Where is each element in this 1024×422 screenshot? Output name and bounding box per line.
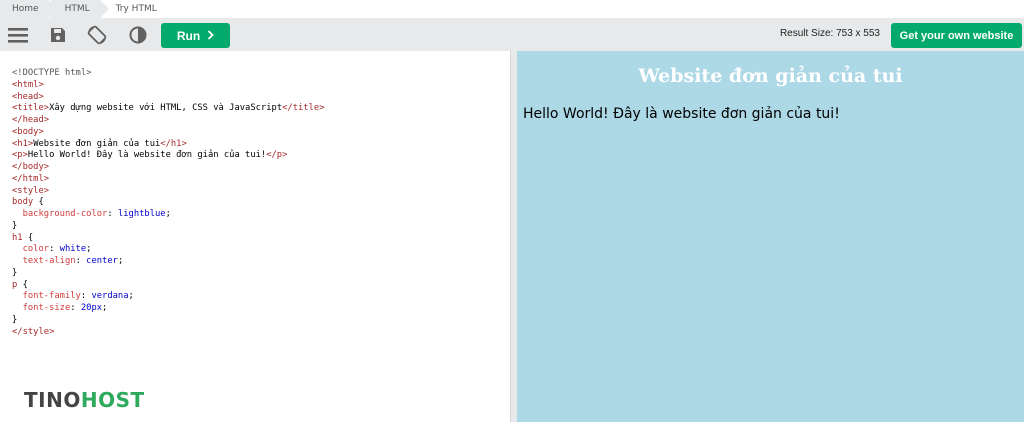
code-token: <title> xyxy=(12,103,50,114)
code-line[interactable]: </html> xyxy=(12,174,325,186)
logo-text-tino: TINO xyxy=(24,388,81,412)
code-line[interactable]: color: white; xyxy=(12,244,325,256)
code-line[interactable]: <p>Hello World! Đây là website đơn giản … xyxy=(12,150,325,162)
toolbar: Run Result Size: 753 x 553 Get your own … xyxy=(0,18,1024,51)
code-token: Website đơn giản của tui xyxy=(33,138,161,149)
tinohost-logo: TINO HOST xyxy=(24,388,145,412)
code-line[interactable]: font-size: 20px; xyxy=(12,303,325,315)
code-token: Hello World! Đây là website đơn giản của… xyxy=(27,150,267,161)
code-token: </body> xyxy=(12,162,50,172)
code-line[interactable]: <!DOCTYPE html> xyxy=(12,68,325,80)
code-token: : xyxy=(49,244,60,255)
result-heading: Website đơn giản của tui xyxy=(638,65,903,87)
code-line[interactable]: } xyxy=(12,315,325,327)
logo-text-host: HOST xyxy=(80,388,145,412)
code-token: Xây dựng website với HTML, CSS và JavaSc… xyxy=(49,103,283,114)
code-line[interactable]: <head> xyxy=(12,92,325,104)
code-token: </style> xyxy=(12,326,55,337)
code-token: <!DOCTYPE html> xyxy=(12,68,92,78)
breadcrumb-html[interactable]: HTML xyxy=(50,0,109,18)
code-token: </html> xyxy=(12,173,50,184)
code-token: { xyxy=(17,279,28,290)
code-token: background-color xyxy=(12,209,108,219)
code-token: <head> xyxy=(12,91,44,102)
code-token: } xyxy=(12,314,18,325)
menu-icon[interactable] xyxy=(7,18,29,51)
code-token: { xyxy=(22,232,34,243)
code-token: ; xyxy=(102,303,108,313)
breadcrumb-current: Try HTML xyxy=(115,4,157,14)
code-line[interactable]: text-align: center; xyxy=(12,256,325,268)
code-token: text-align xyxy=(12,256,76,266)
code-token: h1 xyxy=(12,232,23,243)
code-line[interactable]: background-color: lightblue; xyxy=(12,209,325,221)
code-line[interactable]: </style> xyxy=(12,327,325,339)
code-line[interactable]: </body> xyxy=(12,162,325,174)
code-token: ; xyxy=(86,244,92,255)
code-line[interactable]: <h1>Website đơn giản của tui</h1> xyxy=(12,139,325,151)
code-token: </h1> xyxy=(160,138,187,149)
code-token: 20px xyxy=(80,303,103,313)
result-frame: Website đơn giản của tui Hello World! Đâ… xyxy=(517,51,1024,422)
code-token: { xyxy=(33,197,44,208)
code-token: <body> xyxy=(12,126,44,137)
run-button[interactable]: Run xyxy=(161,23,230,48)
code-line[interactable]: <body> xyxy=(12,127,325,139)
code-token: <html> xyxy=(12,79,44,90)
code-token: color xyxy=(12,244,50,255)
chevron-right-icon xyxy=(207,29,214,43)
code-token: } xyxy=(12,220,18,231)
contrast-icon[interactable] xyxy=(128,18,148,51)
code-editor[interactable]: <!DOCTYPE html> <html> <head> <title>Xây dự… xyxy=(6,51,511,422)
code-line[interactable]: <style> xyxy=(12,186,325,198)
code-token: verdana xyxy=(91,291,129,302)
code-line[interactable]: <title>Xây dựng website với HTML, CSS và… xyxy=(12,103,325,115)
code-line[interactable]: } xyxy=(12,268,325,280)
code-token: ; xyxy=(165,209,171,219)
code-token: <p> xyxy=(12,150,28,161)
code-token: <h1> xyxy=(12,138,34,149)
breadcrumb: Home HTML Try HTML xyxy=(0,0,1024,18)
code-token: : xyxy=(107,209,118,219)
code-token: } xyxy=(12,267,18,278)
breadcrumb-home[interactable]: Home xyxy=(0,0,58,18)
code-token: font-size xyxy=(12,303,71,313)
code-token: font-family xyxy=(12,291,81,302)
code-token: </head> xyxy=(12,115,50,125)
code-line[interactable]: } xyxy=(12,221,325,233)
code-token: </p> xyxy=(266,150,288,161)
code-token: lightblue xyxy=(117,209,166,219)
code-line[interactable]: <html> xyxy=(12,80,325,92)
code-line[interactable]: body { xyxy=(12,197,325,209)
get-own-website-button[interactable]: Get your own website xyxy=(891,23,1022,48)
code-token: ; xyxy=(128,291,134,302)
code-line[interactable]: h1 { xyxy=(12,233,325,245)
code-token: white xyxy=(59,244,87,255)
rotate-icon[interactable] xyxy=(86,18,108,51)
code-token: body xyxy=(12,197,34,208)
code-content[interactable]: <!DOCTYPE html> <html> <head> <title>Xây dự… xyxy=(12,68,325,338)
save-icon[interactable] xyxy=(49,18,67,51)
run-button-label: Run xyxy=(176,28,201,43)
code-line[interactable]: </head> xyxy=(12,115,325,127)
result-size-label: Result Size: 753 x 553 xyxy=(779,28,880,39)
code-token: : xyxy=(70,303,81,313)
code-line[interactable]: p { xyxy=(12,280,325,292)
code-line[interactable]: font-family: verdana; xyxy=(12,291,325,303)
code-token: ; xyxy=(117,256,124,266)
code-token: <style> xyxy=(12,185,50,196)
code-token: : xyxy=(80,291,92,302)
code-token: : xyxy=(75,256,87,266)
code-token: </title> xyxy=(282,103,325,114)
result-paragraph: Hello World! Đây là website đơn giản của… xyxy=(523,106,840,122)
code-token: center xyxy=(86,256,118,266)
